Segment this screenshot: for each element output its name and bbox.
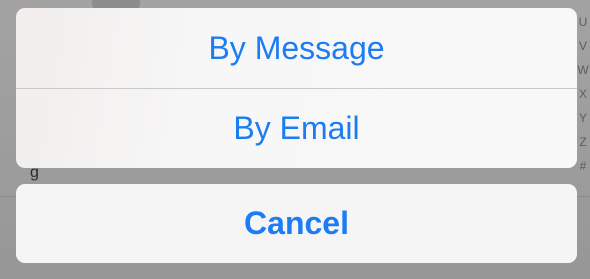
cancel-button[interactable]: Cancel — [16, 184, 577, 263]
index-letter: U — [578, 15, 588, 29]
index-letter: X — [578, 87, 587, 101]
alphabet-index: U V W X Y Z # — [576, 10, 590, 178]
index-letter: V — [578, 39, 587, 53]
action-sheet-options: By Message By Email — [16, 8, 577, 168]
by-message-button[interactable]: By Message — [16, 8, 577, 88]
index-letter: # — [579, 159, 587, 173]
action-sheet-cancel-group: Cancel — [16, 184, 577, 263]
index-letter: Z — [579, 135, 587, 149]
by-email-button[interactable]: By Email — [16, 88, 577, 168]
index-letter: W — [577, 63, 589, 77]
index-letter: Y — [578, 111, 587, 125]
